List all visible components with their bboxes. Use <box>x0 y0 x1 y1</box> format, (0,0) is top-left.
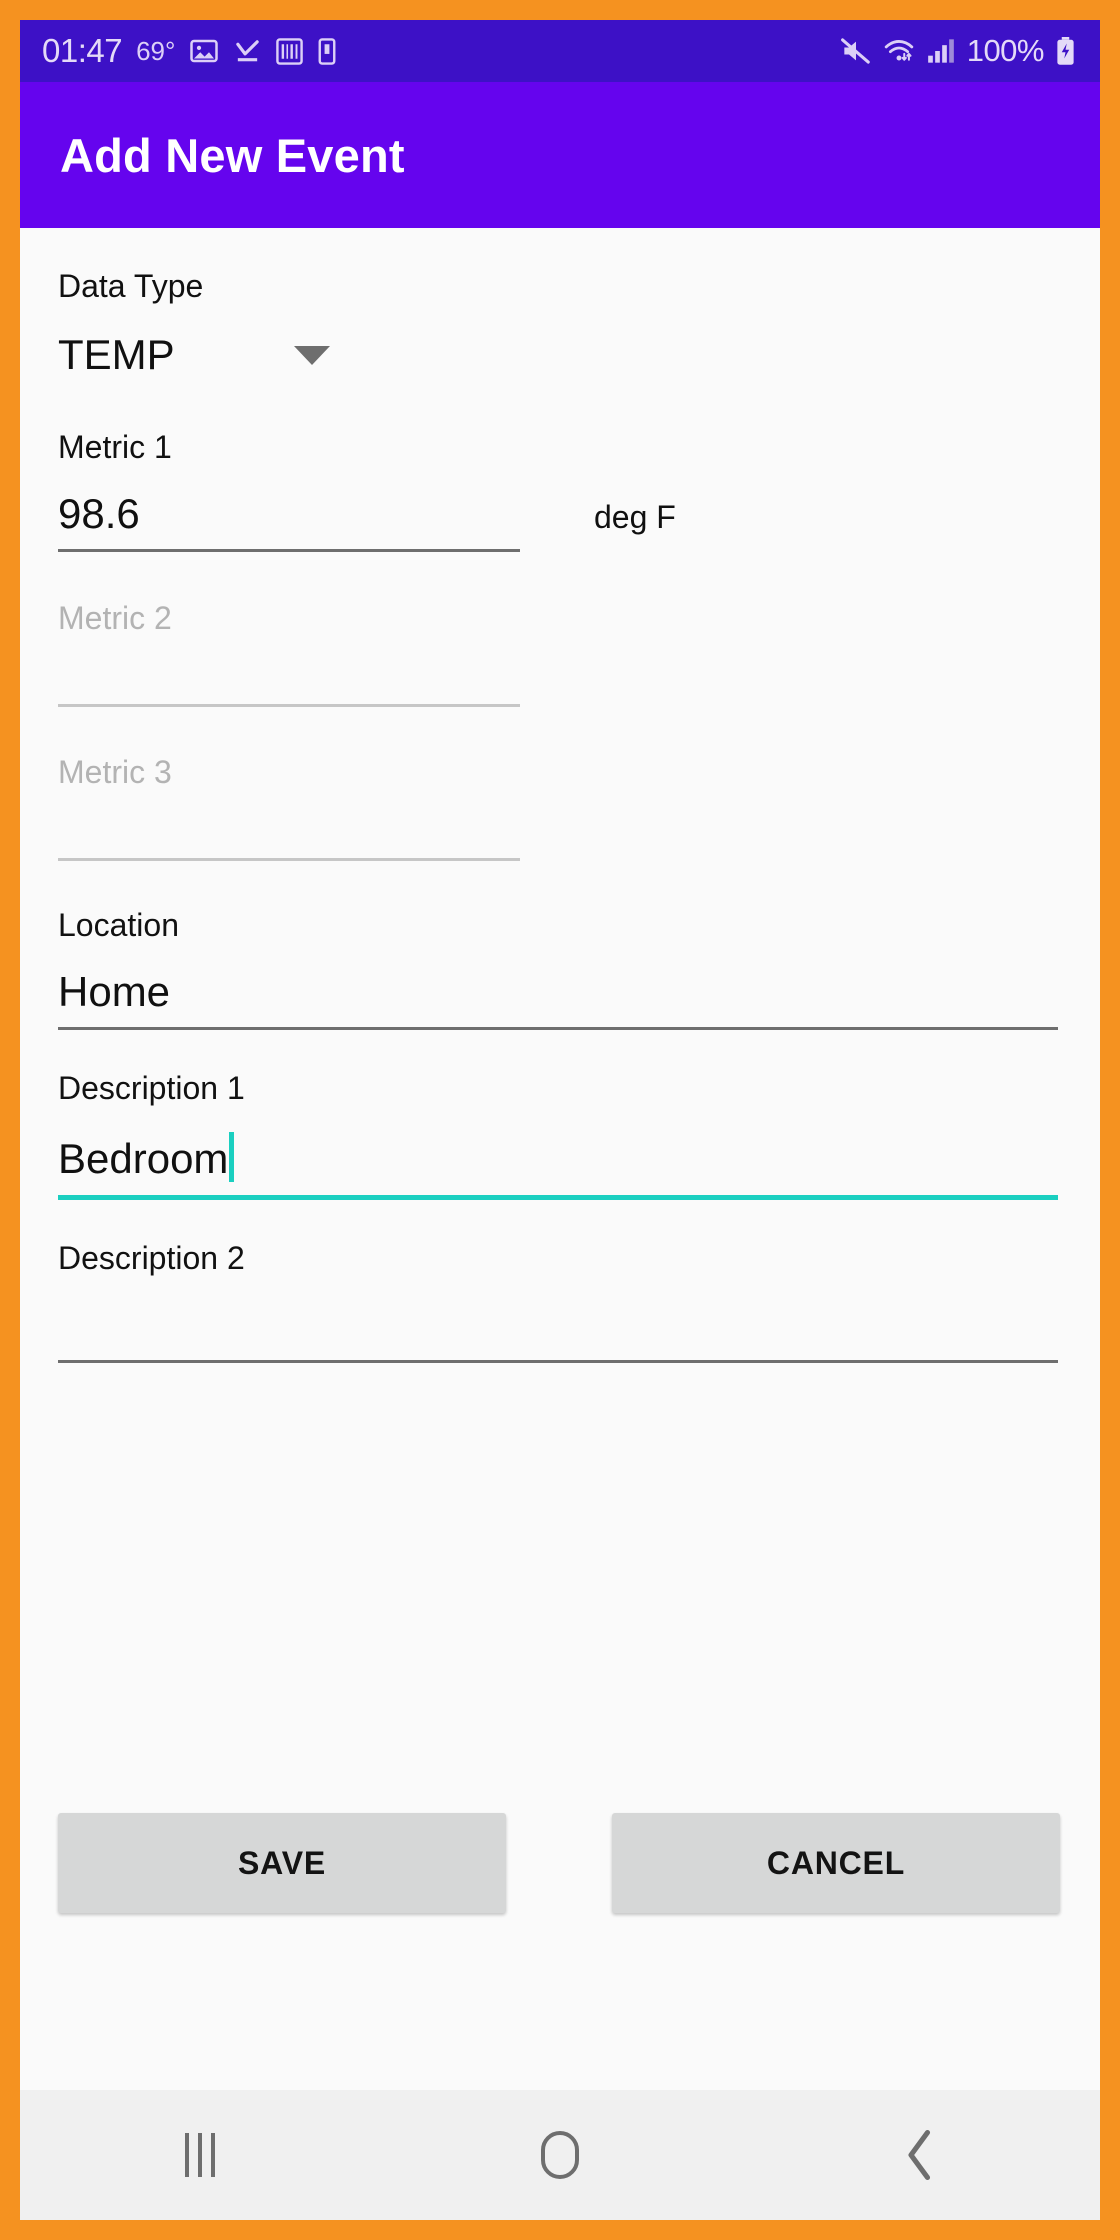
description-2-label: Description 2 <box>58 1240 245 1276</box>
data-type-field: Data Type TEMP <box>58 228 1078 379</box>
location-value: Home <box>58 968 171 1015</box>
battery-charging-icon <box>1057 37 1074 65</box>
metric-1-input-row: 98.6 deg F <box>58 493 1078 552</box>
location-input[interactable]: Home <box>58 971 1058 1030</box>
recents-icon <box>185 2133 215 2177</box>
description-2-value <box>58 1302 1058 1346</box>
status-bar-left: 01:47 69° <box>42 32 337 70</box>
metric-2-placeholder: Metric 2 <box>58 600 172 636</box>
metric-1-input[interactable]: 98.6 <box>58 493 520 552</box>
metric-2-field: Metric 2 <box>58 602 1078 707</box>
description-2-field: Description 2 <box>58 1242 1078 1363</box>
barcode-icon <box>276 37 304 65</box>
device-frame: 01:47 69° 100% Add New Event Data Type T… <box>20 20 1100 2220</box>
home-icon <box>541 2131 579 2179</box>
action-button-row: SAVE CANCEL <box>58 1813 1060 1913</box>
location-label: Location <box>58 907 179 943</box>
data-type-dropdown[interactable]: TEMP <box>58 331 348 379</box>
description-1-field: Description 1 Bedroom <box>58 1072 1078 1200</box>
metric-3-input[interactable]: Metric 3 <box>58 756 520 861</box>
mute-icon <box>840 38 870 64</box>
page-title: Add New Event <box>60 128 405 182</box>
recents-button[interactable] <box>110 2090 290 2220</box>
metric-3-field: Metric 3 <box>58 756 1078 861</box>
signal-icon <box>927 39 954 63</box>
data-type-value: TEMP <box>58 331 175 378</box>
metric-1-label: Metric 1 <box>58 429 172 465</box>
metric-2-input[interactable]: Metric 2 <box>58 602 520 707</box>
location-field: Location Home <box>58 909 1078 1030</box>
description-1-value: Bedroom <box>58 1135 229 1182</box>
status-temperature: 69° <box>136 35 176 66</box>
cancel-button[interactable]: CANCEL <box>612 1813 1060 1913</box>
gallery-icon <box>190 39 219 63</box>
description-1-input[interactable]: Bedroom <box>58 1132 1058 1200</box>
metric-3-placeholder: Metric 3 <box>58 754 172 790</box>
status-bar-right: 100% <box>840 33 1076 69</box>
status-clock: 01:47 <box>42 32 123 69</box>
check-download-icon <box>236 39 260 61</box>
back-button[interactable] <box>830 2090 1010 2220</box>
sim-card-icon <box>318 37 336 65</box>
chevron-down-icon <box>294 345 330 365</box>
status-bar: 01:47 69° 100% <box>20 20 1100 82</box>
description-2-input[interactable] <box>58 1302 1058 1363</box>
text-cursor <box>229 1132 235 1182</box>
android-navigation-bar <box>20 2090 1100 2220</box>
metric-1-field: Metric 1 98.6 deg F <box>58 431 1078 552</box>
battery-percent-label: 100% <box>966 33 1045 68</box>
form-content: Data Type TEMP Metric 1 98.6 deg F Metri… <box>20 228 1100 2090</box>
data-type-label: Data Type <box>58 268 204 304</box>
description-1-value-wrap: Bedroom <box>58 1132 1058 1182</box>
metric-1-unit: deg F <box>594 499 676 535</box>
metric-1-value: 98.6 <box>58 490 140 537</box>
app-bar: Add New Event <box>20 82 1100 228</box>
home-button[interactable] <box>470 2090 650 2220</box>
description-1-label: Description 1 <box>58 1070 245 1106</box>
wifi-icon <box>884 40 913 61</box>
back-icon <box>908 2129 931 2181</box>
save-button[interactable]: SAVE <box>58 1813 506 1913</box>
